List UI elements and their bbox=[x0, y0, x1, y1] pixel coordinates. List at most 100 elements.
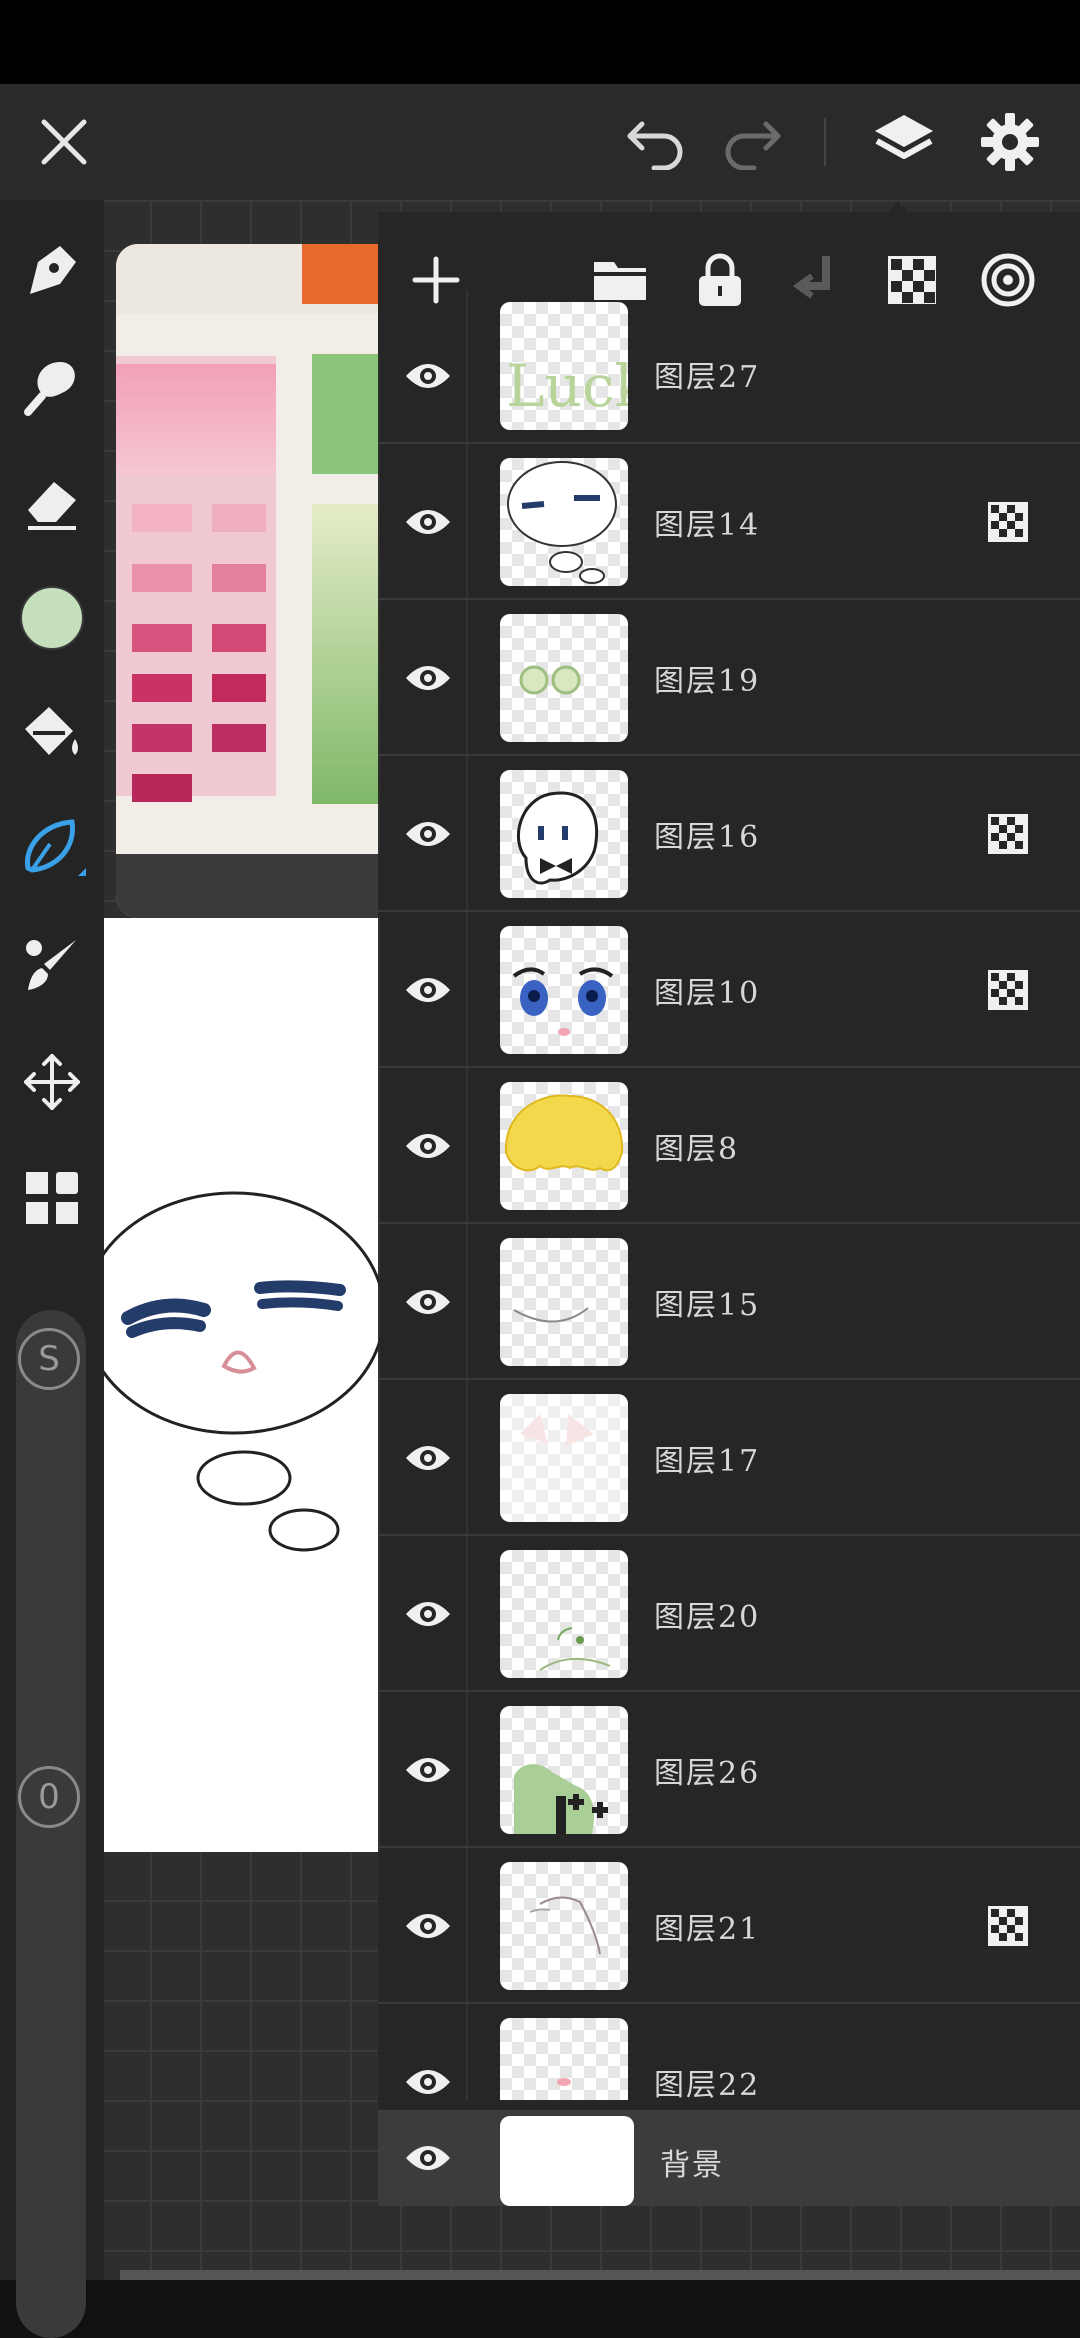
layer-thumbnail bbox=[500, 926, 628, 1054]
row-divider bbox=[466, 444, 468, 598]
opacity-slider[interactable] bbox=[16, 1748, 86, 2338]
layer-thumbnail bbox=[500, 2018, 628, 2100]
fill-tool[interactable] bbox=[10, 694, 94, 778]
visibility-eye-icon[interactable] bbox=[398, 1896, 458, 1956]
row-divider bbox=[466, 600, 468, 754]
layer-thumbnail: Luck bbox=[500, 302, 628, 430]
layer-row[interactable]: 图层19 bbox=[378, 600, 1080, 756]
layer-row[interactable]: 图层8 bbox=[378, 1068, 1080, 1224]
brush-icon bbox=[20, 934, 84, 1002]
color-circle bbox=[19, 585, 85, 655]
layer-row[interactable]: 图层17 bbox=[378, 1380, 1080, 1536]
brush-tool[interactable] bbox=[10, 926, 94, 1010]
layer-row[interactable]: 图层22 bbox=[378, 2004, 1080, 2100]
eraser-icon bbox=[20, 470, 84, 538]
layer-row[interactable]: Luck 图层27 bbox=[378, 290, 1080, 444]
visibility-eye-icon[interactable] bbox=[398, 1584, 458, 1644]
row-divider bbox=[466, 1380, 468, 1534]
pen-nib-icon bbox=[20, 238, 84, 306]
redo-icon[interactable] bbox=[710, 100, 794, 184]
visibility-eye-icon[interactable] bbox=[398, 804, 458, 864]
drawing-canvas[interactable] bbox=[104, 918, 380, 1852]
layer-thumbnail bbox=[500, 614, 628, 742]
smudge-tool[interactable] bbox=[10, 346, 94, 430]
row-divider bbox=[466, 1692, 468, 1846]
layer-thumbnail bbox=[500, 1706, 628, 1834]
layer-name: 图层8 bbox=[654, 1132, 740, 1167]
paint-bucket-icon bbox=[19, 701, 85, 771]
layer-thumbnail bbox=[500, 1550, 628, 1678]
svg-text:Luck: Luck bbox=[506, 352, 628, 420]
layer-name: 图层14 bbox=[654, 508, 761, 543]
close-icon[interactable] bbox=[22, 100, 106, 184]
visibility-eye-icon[interactable] bbox=[398, 1740, 458, 1800]
layers-icon[interactable] bbox=[862, 100, 946, 184]
move-arrows-icon bbox=[20, 1050, 84, 1118]
size-slider-label: S bbox=[18, 1328, 80, 1390]
smudge-icon bbox=[20, 354, 84, 422]
layer-name: 图层19 bbox=[654, 664, 761, 699]
layer-row[interactable]: 图层14 bbox=[378, 444, 1080, 600]
visibility-eye-icon[interactable] bbox=[398, 2128, 458, 2188]
row-divider bbox=[466, 1068, 468, 1222]
layer-name: 图层21 bbox=[654, 1912, 761, 1947]
visibility-eye-icon[interactable] bbox=[398, 1272, 458, 1332]
topbar-divider bbox=[824, 118, 826, 166]
background-layer-row[interactable]: 背景 bbox=[378, 2110, 1080, 2206]
layer-thumbnail bbox=[500, 1082, 628, 1210]
eraser-tool[interactable] bbox=[10, 462, 94, 546]
layer-name: 图层17 bbox=[654, 1444, 761, 1479]
visibility-eye-icon[interactable] bbox=[398, 2052, 458, 2100]
visibility-eye-icon[interactable] bbox=[398, 1116, 458, 1176]
layer-row[interactable]: 图层10 bbox=[378, 912, 1080, 1068]
layer-row[interactable]: 图层15 bbox=[378, 1224, 1080, 1380]
layers-list[interactable]: Luck 图层27 图层14 图层19 bbox=[378, 290, 1080, 2254]
visibility-eye-icon[interactable] bbox=[398, 648, 458, 708]
visibility-eye-icon[interactable] bbox=[398, 1428, 458, 1488]
tool-sidebar: S 0 bbox=[0, 200, 104, 2338]
visibility-eye-icon[interactable] bbox=[398, 960, 458, 1020]
layer-thumbnail bbox=[500, 1394, 628, 1522]
lasso-icon bbox=[16, 814, 88, 890]
alpha-lock-indicator-icon bbox=[988, 1906, 1028, 1946]
transform-tool[interactable] bbox=[10, 1042, 94, 1126]
row-divider bbox=[466, 1848, 468, 2002]
pen-tool[interactable] bbox=[10, 230, 94, 314]
layer-name: 图层27 bbox=[654, 360, 761, 395]
layer-name: 图层26 bbox=[654, 1756, 761, 1791]
undo-icon[interactable] bbox=[614, 100, 698, 184]
layer-thumbnail bbox=[500, 1862, 628, 1990]
alpha-lock-indicator-icon bbox=[988, 502, 1028, 542]
layer-row[interactable]: 图层16 bbox=[378, 756, 1080, 912]
status-bar bbox=[0, 0, 1080, 84]
bottom-strip bbox=[120, 2270, 1080, 2280]
layer-name: 图层10 bbox=[654, 976, 761, 1011]
row-divider bbox=[466, 756, 468, 910]
visibility-eye-icon[interactable] bbox=[398, 346, 458, 406]
layer-row[interactable]: 图层20 bbox=[378, 1536, 1080, 1692]
row-divider bbox=[466, 2004, 468, 2100]
gallery-tool[interactable] bbox=[10, 1158, 94, 1242]
alpha-lock-indicator-icon bbox=[988, 970, 1028, 1010]
lasso-tool[interactable] bbox=[10, 810, 94, 894]
layer-thumbnail bbox=[500, 770, 628, 898]
layer-thumbnail bbox=[500, 458, 628, 586]
layer-row[interactable]: 图层26 bbox=[378, 1692, 1080, 1848]
reference-image[interactable] bbox=[116, 244, 380, 918]
row-divider bbox=[466, 912, 468, 1066]
grid-icon bbox=[22, 1168, 82, 1232]
row-divider bbox=[466, 290, 468, 442]
layer-name: 图层22 bbox=[654, 2068, 761, 2100]
layer-row[interactable]: 图层21 bbox=[378, 1848, 1080, 2004]
gear-icon[interactable] bbox=[968, 100, 1052, 184]
layers-panel: Luck 图层27 图层14 图层19 bbox=[378, 212, 1080, 2206]
row-divider bbox=[466, 1536, 468, 1690]
color-swatch[interactable] bbox=[10, 578, 94, 662]
visibility-eye-icon[interactable] bbox=[398, 492, 458, 552]
layer-name: 图层15 bbox=[654, 1288, 761, 1323]
layer-thumbnail bbox=[500, 1238, 628, 1366]
layer-name: 图层16 bbox=[654, 820, 761, 855]
opacity-slider-label: 0 bbox=[18, 1766, 80, 1828]
background-thumbnail bbox=[500, 2116, 634, 2206]
alpha-lock-indicator-icon bbox=[988, 814, 1028, 854]
